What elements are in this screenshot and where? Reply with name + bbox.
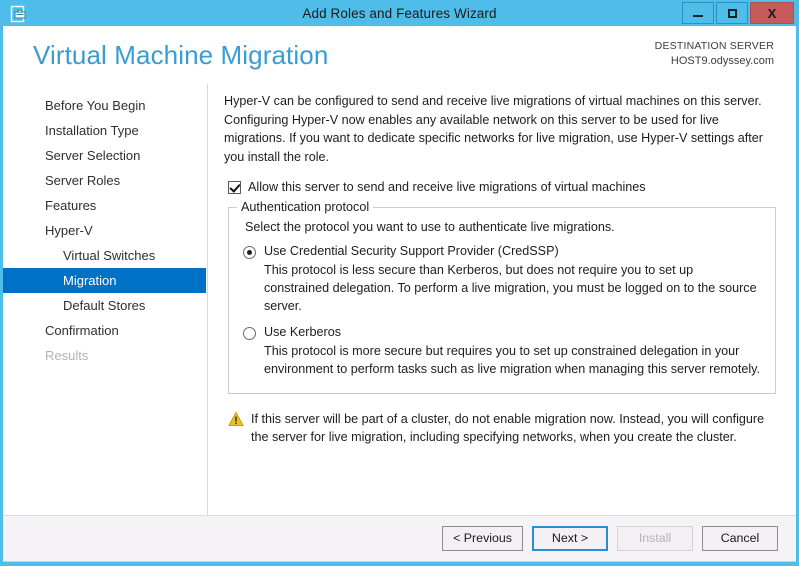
sidebar-item-confirmation[interactable]: Confirmation: [3, 318, 206, 343]
destination-server-block: DESTINATION SERVER HOST9.odyssey.com: [655, 40, 774, 70]
sidebar-item-installation-type[interactable]: Installation Type: [3, 118, 206, 143]
allow-live-migration-checkbox[interactable]: Allow this server to send and receive li…: [228, 179, 782, 195]
radio-selected-icon: [243, 245, 256, 259]
sidebar-item-hyper-v[interactable]: Hyper-V: [3, 218, 206, 243]
radio-credssp-label: Use Credential Security Support Provider…: [264, 243, 559, 258]
radio-kerberos[interactable]: Use Kerberos: [243, 325, 761, 341]
wizard-window: Add Roles and Features Wizard X Virtual …: [0, 0, 799, 566]
radio-credssp[interactable]: Use Credential Security Support Provider…: [243, 244, 761, 259]
radio-kerberos-label: Use Kerberos: [264, 325, 341, 340]
next-button[interactable]: Next >: [532, 526, 608, 551]
minimize-icon: [693, 15, 703, 17]
sidebar-item-default-stores[interactable]: Default Stores: [3, 293, 206, 318]
cancel-button[interactable]: Cancel: [702, 526, 778, 551]
main-content: Hyper-V can be configured to send and re…: [208, 84, 796, 515]
wizard-navigation: Before You Begin Installation Type Serve…: [3, 84, 208, 515]
wizard-server-icon: [8, 3, 30, 25]
window-title: Add Roles and Features Wizard: [302, 5, 497, 21]
warning-triangle-icon: [228, 411, 244, 427]
client-area: Virtual Machine Migration DESTINATION SE…: [3, 26, 796, 562]
sidebar-item-server-selection[interactable]: Server Selection: [3, 143, 206, 168]
destination-server-label: DESTINATION SERVER: [654, 39, 774, 52]
radio-credssp-description: This protocol is less secure than Kerber…: [264, 262, 757, 313]
body-row: Before You Begin Installation Type Serve…: [3, 84, 796, 515]
authentication-protocol-group: Authentication protocol Select the proto…: [228, 199, 776, 395]
authentication-protocol-legend: Authentication protocol: [237, 199, 374, 214]
sidebar-item-results: Results: [45, 348, 89, 363]
minimize-button[interactable]: [682, 2, 714, 24]
maximize-button[interactable]: [716, 2, 748, 24]
cluster-warning-text: If this server will be part of a cluster…: [251, 412, 765, 445]
sidebar-item-server-roles[interactable]: Server Roles: [3, 168, 206, 193]
intro-paragraph: Hyper-V can be configured to send and re…: [224, 94, 763, 164]
maximize-icon: [727, 8, 737, 18]
window-controls: X: [682, 2, 794, 24]
cluster-warning: If this server will be part of a cluster…: [228, 410, 776, 447]
title-bar: Add Roles and Features Wizard X: [3, 0, 796, 26]
install-button: Install: [617, 526, 693, 551]
sidebar-item-before-you-begin[interactable]: Before You Begin: [3, 93, 206, 118]
sidebar-item-virtual-switches[interactable]: Virtual Switches: [3, 243, 206, 268]
wizard-footer: < Previous Next > Install Cancel: [3, 515, 796, 561]
radio-kerberos-description: This protocol is more secure but require…: [264, 344, 761, 377]
authentication-protocol-intro: Select the protocol you want to use to a…: [245, 219, 615, 234]
sidebar-item-migration[interactable]: Migration: [3, 268, 206, 293]
previous-button[interactable]: < Previous: [442, 526, 523, 551]
sidebar-item-features[interactable]: Features: [3, 193, 206, 218]
close-button[interactable]: X: [750, 2, 794, 24]
checkbox-check-icon: [228, 180, 241, 194]
page-title: Virtual Machine Migration: [33, 40, 329, 70]
radio-unselected-icon: [243, 327, 256, 341]
destination-server-value: HOST9.odyssey.com: [670, 54, 774, 67]
page-header: Virtual Machine Migration DESTINATION SE…: [3, 26, 796, 84]
allow-live-migration-label: Allow this server to send and receive li…: [248, 179, 646, 194]
